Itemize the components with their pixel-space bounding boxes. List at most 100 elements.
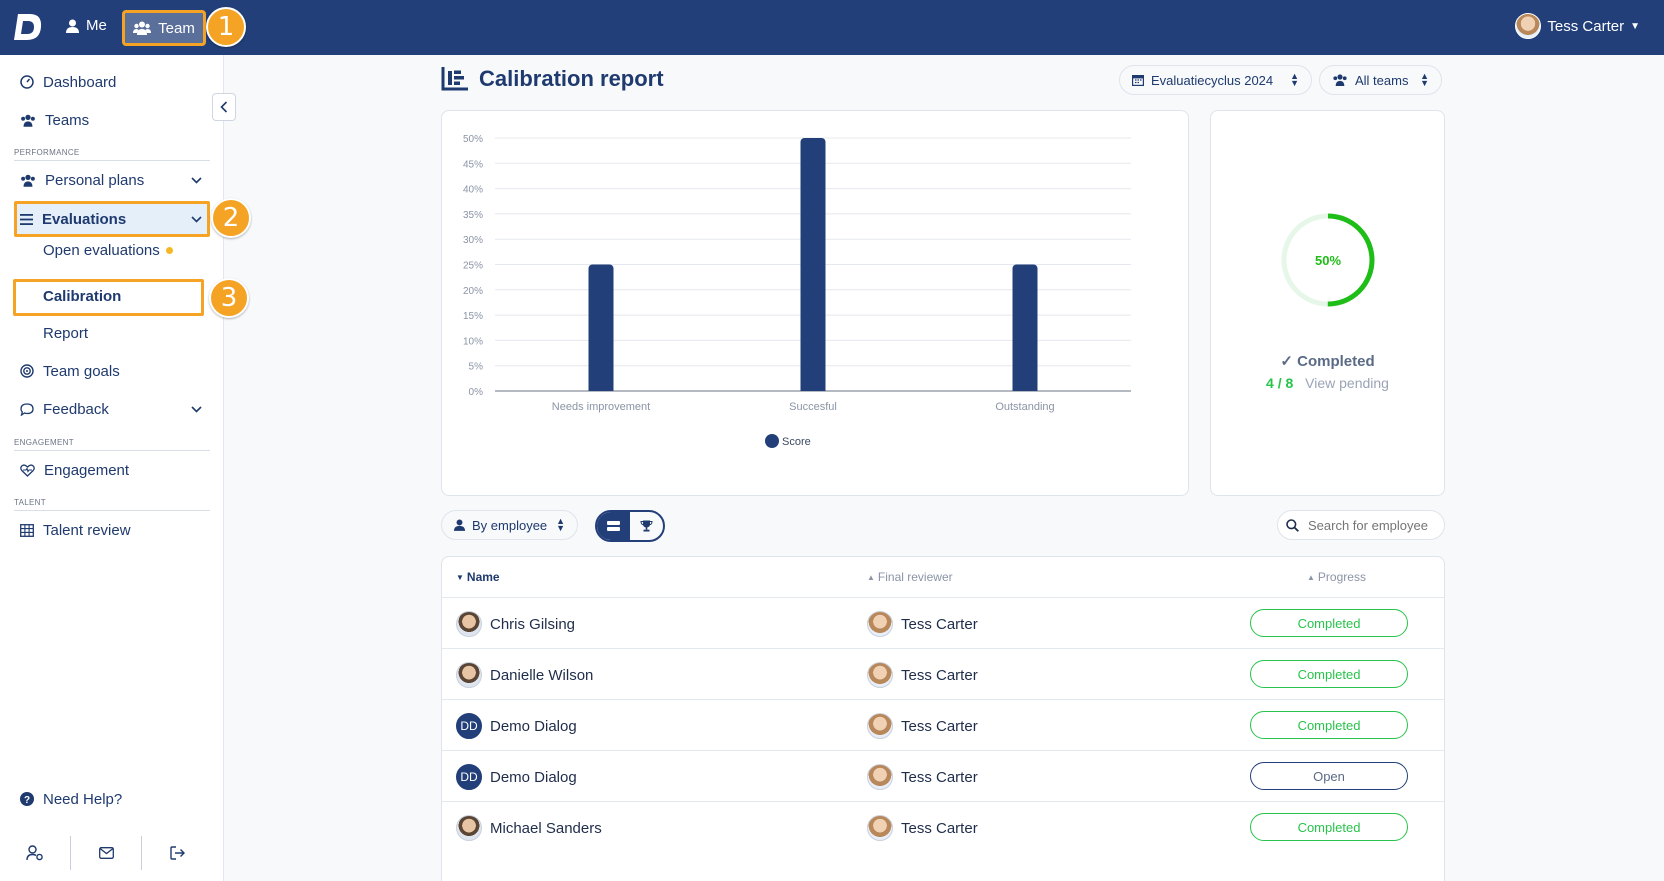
list-icon [20,213,33,225]
employee-cell[interactable]: DD Demo Dialog [456,764,577,790]
bar-base [1012,387,1038,391]
y-tick-label: 30% [463,235,483,246]
dialog-logo-icon[interactable] [12,12,44,42]
sidebar-subitem-calibration[interactable]: Calibration [43,288,121,305]
svg-text:?: ? [24,795,30,806]
employee-cell[interactable]: DD Demo Dialog [456,713,577,739]
sidebar-item-label: Teams [45,111,90,129]
sidebar-subitem-report[interactable]: Report [43,325,88,342]
collapse-sidebar-button[interactable] [212,93,236,121]
y-tick-label: 40% [463,185,483,196]
avatar [867,611,893,637]
sidebar-subitem-open-evaluations[interactable]: Open evaluations [43,242,173,259]
sidebar-item-teams[interactable]: Teams [14,103,210,137]
ranking-view-button[interactable] [630,512,663,540]
column-header-name[interactable]: ▼ Name [456,570,500,584]
sidebar-item-label: Feedback [43,400,109,418]
grid-icon [20,523,34,537]
callout-badge-1: 1 [206,7,246,47]
table-row[interactable]: DD Demo Dialog Tess Carter Completed [442,699,1444,753]
messages-button[interactable] [71,836,141,870]
sort-icon: ▲ ▼ [1420,71,1429,88]
avatar: DD [456,764,482,790]
reviewer-cell: Tess Carter [867,662,978,688]
chevron-left-icon [220,101,228,113]
y-tick-label: 10% [463,336,483,347]
sidebar-section-performance: PERFORMANCE [14,148,210,161]
table-row[interactable]: Chris Gilsing Tess Carter Completed [442,597,1444,651]
y-tick-label: 35% [463,210,483,221]
list-view-button[interactable] [597,512,630,540]
need-help-link[interactable]: ? Need Help? [14,782,210,816]
users-icon [133,21,152,35]
legend-label: Score [782,436,811,448]
status-badge[interactable]: Completed [1250,711,1408,739]
calendar-icon [1132,75,1144,86]
team-select[interactable]: All teams ▲ ▼ [1319,65,1442,95]
column-header-label: Progress [1317,570,1366,584]
y-tick-label: 50% [463,134,483,145]
list-icon [607,521,620,531]
column-header-label: Final reviewer [877,570,953,584]
sidebar-item-feedback[interactable]: Feedback [14,392,210,426]
sidebar-item-engagement[interactable]: Engagement [14,453,210,487]
employee-cell[interactable]: Michael Sanders [456,815,602,841]
group-by-value: By employee [472,517,548,533]
nav-team-link[interactable]: Team [122,10,206,46]
avatar [456,611,482,637]
table-row[interactable]: Michael Sanders Tess Carter Completed [442,801,1444,855]
count-value: 4 / 8 [1266,375,1294,391]
sidebar-item-team-goals[interactable]: Team goals [14,354,210,388]
column-header-progress[interactable]: ▲︎ Progress [1307,570,1366,584]
bar [1012,264,1038,391]
group-by-select[interactable]: By employee ▲ ▼ [441,510,578,540]
user-settings-button[interactable] [0,836,70,870]
status-badge[interactable]: Open [1250,762,1408,790]
status-badge[interactable]: Completed [1250,660,1408,688]
sidebar-item-personal-plans[interactable]: Personal plans [14,163,210,197]
bar-base [800,387,826,391]
sidebar: Dashboard Teams PERFORMANCE Personal pla… [0,55,224,881]
caret-down-icon: ▼ [1630,20,1640,32]
sidebar-item-label: Engagement [44,461,130,479]
users-icon [21,114,35,127]
sidebar-item-label: Personal plans [45,171,145,189]
nav-me-link[interactable]: Me [66,17,107,34]
sidebar-item-label: Evaluations [42,210,127,228]
view-pending-link[interactable]: View pending [1305,375,1389,391]
chevron-down-icon [191,176,202,184]
team-select-value: All teams [1355,72,1409,88]
y-tick-label: 45% [463,159,483,170]
reviewer-cell: Tess Carter [867,764,978,790]
progress-card: 50% ✓ Completed 4 / 8 View pending [1210,110,1445,496]
sidebar-section-talent: TALENT [14,498,210,511]
reviewer-name: Tess Carter [901,666,978,684]
callout-badge-2: 2 [211,198,251,238]
sidebar-section-engagement: ENGAGEMENT [14,438,210,451]
search-input[interactable] [1308,517,1438,533]
heart-pulse-icon [20,463,35,477]
reviewer-name: Tess Carter [901,819,978,837]
status-badge[interactable]: Completed [1250,609,1408,637]
completed-label: ✓ Completed [1211,352,1444,370]
employee-cell[interactable]: Chris Gilsing [456,611,575,637]
cycle-select[interactable]: Evaluatiecyclus 2024 ▲ ▼ [1119,65,1312,95]
avatar [867,713,893,739]
sidebar-item-dashboard[interactable]: Dashboard [14,65,210,99]
sidebar-item-evaluations[interactable]: Evaluations [14,202,210,236]
x-tick-label: Succesful [789,401,837,413]
bar-base [588,387,614,391]
completed-text: Completed [1297,353,1375,370]
chevron-down-icon [191,405,202,413]
user-menu[interactable]: Tess Carter ▼ [1515,13,1640,39]
logout-button[interactable] [142,836,212,870]
employee-cell[interactable]: Danielle Wilson [456,662,593,688]
status-badge[interactable]: Completed [1250,813,1408,841]
y-tick-label: 0% [469,387,484,398]
column-header-reviewer[interactable]: ▲︎ Final reviewer [867,570,953,584]
table-row[interactable]: Danielle Wilson Tess Carter Completed [442,648,1444,702]
employee-search[interactable] [1277,510,1445,540]
table-row[interactable]: DD Demo Dialog Tess Carter Open [442,750,1444,804]
sidebar-item-talent-review[interactable]: Talent review [14,513,210,547]
top-navbar: Me Team Tess Carter ▼ [0,0,1664,55]
